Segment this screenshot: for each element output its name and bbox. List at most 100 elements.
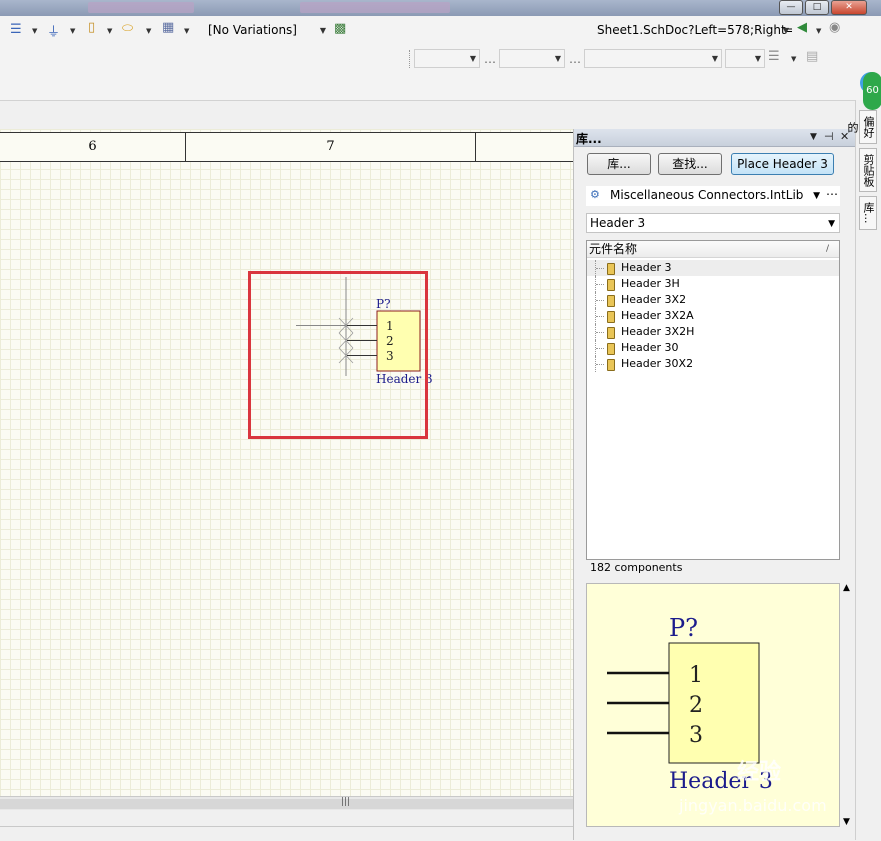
watermark-brand: 经验 <box>737 760 782 785</box>
library-name: Miscellaneous Connectors.IntLib <box>610 188 804 202</box>
component-list[interactable]: 元件名称 / Header 3 Header 3H Header 3X2 Hea… <box>586 240 840 560</box>
chevron-down-icon: ▼ <box>813 191 820 201</box>
sheet-footer <box>0 810 573 826</box>
library-options-button[interactable]: ⋯ <box>826 187 838 201</box>
list-column-header[interactable]: 元件名称 / <box>587 241 839 258</box>
window-title-strip: — □ ✕ <box>0 0 881 16</box>
minimize-button[interactable]: — <box>779 0 803 15</box>
main-toolbar: ☰ ▼ ⏚ ▼ ▯ ▼ ⬭ ▼ ▦ ▼ [No Variations] ▼ ▩ … <box>0 16 881 101</box>
list-item-label: Header 3X2A <box>621 309 694 322</box>
column-name-label: 元件名称 <box>589 242 638 256</box>
list-item-label: Header 3 <box>621 261 672 274</box>
component-icon <box>607 327 615 339</box>
list-item-label: Header 3X2H <box>621 325 695 338</box>
preview-pin-number: 1 <box>689 663 703 688</box>
maximize-button[interactable]: □ <box>805 0 829 15</box>
library-panel: 库... ▼ ⊣ ✕ 库... 查找... Place Header 3 ⚙ M… <box>573 129 856 840</box>
chevron-down-icon: ▼ <box>711 54 718 63</box>
preview-scrollbar[interactable]: ▲ ▼ <box>842 583 854 827</box>
schematic-canvas: P? 1 2 3 Header 3 <box>296 277 433 386</box>
chevron-down-icon[interactable]: ▼ <box>816 27 821 35</box>
component-icon <box>607 279 615 291</box>
component-preview: P? 1 2 3 Header 3 经验 jingyan.baidu.com <box>586 583 840 827</box>
component-icon <box>607 295 615 307</box>
libraries-button[interactable]: 库... <box>587 153 651 175</box>
component-icon <box>607 343 615 355</box>
list-item-label: Header 30X2 <box>621 357 694 370</box>
list-item[interactable]: Header 30X2 <box>587 356 839 372</box>
title-blur <box>300 2 450 13</box>
document-path-select[interactable]: Sheet1.SchDoc?Left=578;Right= ▼ <box>594 22 792 41</box>
pin-icon[interactable]: ⊣ <box>824 130 834 143</box>
component-icon <box>607 263 615 275</box>
component-icon <box>607 311 615 323</box>
list-item-label: Header 30 <box>621 341 679 354</box>
speed-badge[interactable]: 60 <box>863 72 881 110</box>
list-item[interactable]: Header 3X2H <box>587 324 839 340</box>
chevron-down-icon[interactable]: ▼ <box>70 27 75 35</box>
board-icon[interactable]: ▩ <box>334 21 346 36</box>
align-icon[interactable]: ☰ <box>10 22 22 37</box>
list-item[interactable]: Header 3H <box>587 276 839 292</box>
library-select[interactable]: ⚙ Miscellaneous Connectors.IntLib ▼ <box>586 186 840 206</box>
place-component-button[interactable]: Place Header 3 <box>731 153 834 175</box>
empty-select[interactable]: ▼ <box>499 49 565 68</box>
back-arrow-icon[interactable]: ◀ <box>797 20 807 35</box>
scrollbar-thumb[interactable] <box>0 799 573 809</box>
list-item[interactable]: Header 3X2A <box>587 308 839 324</box>
scroll-up-icon[interactable]: ▲ <box>843 583 850 593</box>
filter-input[interactable]: Header 3 ▼ <box>586 213 840 233</box>
search-button[interactable]: 查找... <box>658 153 722 175</box>
tab-strip <box>0 101 881 130</box>
chevron-down-icon: ▼ <box>782 26 789 35</box>
chevron-down-icon[interactable]: ▼ <box>107 27 112 35</box>
ground-power-icon[interactable]: ⏚ <box>47 21 60 40</box>
filter-value: Header 3 <box>590 216 646 230</box>
chevron-down-icon[interactable]: ▼ <box>32 27 37 35</box>
variations-select[interactable]: [No Variations] ▼ <box>205 22 329 41</box>
more-icon[interactable]: … <box>484 52 496 66</box>
grip-icon: ||| <box>341 797 351 807</box>
more-icon[interactable]: … <box>569 52 581 66</box>
panel-header: 库... ▼ ⊣ ✕ <box>574 129 856 147</box>
close-window-button[interactable]: ✕ <box>831 0 867 15</box>
line-width-icon[interactable]: ☰ <box>768 49 780 64</box>
forward-arrow-icon[interactable]: ◉ <box>829 20 840 35</box>
chevron-down-icon[interactable]: ▼ <box>184 27 189 35</box>
empty-select[interactable]: ▼ <box>414 49 480 68</box>
list-item[interactable]: Header 3X2 <box>587 292 839 308</box>
toolbar-grip[interactable] <box>409 50 412 68</box>
document-path-value: Sheet1.SchDoc?Left=578;Right= <box>597 23 792 37</box>
chevron-down-icon[interactable]: ▼ <box>791 55 796 63</box>
scroll-down-icon[interactable]: ▼ <box>843 817 850 827</box>
schematic-sheet[interactable]: 6 7 P? 1 2 3 Header 3 <box>0 129 573 796</box>
library-icon: ⚙ <box>590 188 600 201</box>
sort-icon[interactable]: / <box>826 241 829 257</box>
preview-pins <box>607 671 669 735</box>
part-icon[interactable]: ▯ <box>88 20 95 35</box>
panel-title: 库... <box>576 132 602 146</box>
watermark-url: jingyan.baidu.com <box>679 796 827 815</box>
preview-designator: P? <box>669 614 698 642</box>
port-icon[interactable]: ⬭ <box>122 21 133 36</box>
chevron-down-icon[interactable]: ▼ <box>146 27 151 35</box>
list-item[interactable]: Header 3 <box>587 260 839 276</box>
empty-select[interactable]: ▼ <box>725 49 765 68</box>
list-item[interactable]: Header 30 <box>587 340 839 356</box>
preview-pin-number: 3 <box>689 723 703 748</box>
dock-tab-favorites[interactable]: 偏好的 <box>846 110 877 144</box>
dock-tab-libraries[interactable]: 库... <box>859 196 877 230</box>
chevron-down-icon: ▼ <box>469 54 476 63</box>
list-item-label: Header 3X2 <box>621 293 687 306</box>
preview-body <box>668 642 760 764</box>
panel-menu-icon[interactable]: ▼ <box>810 132 817 142</box>
variations-value: [No Variations] <box>208 23 297 37</box>
pattern-icon[interactable]: ▤ <box>806 49 818 64</box>
grid-icon[interactable]: ▦ <box>162 20 174 35</box>
horizontal-scrollbar[interactable]: ||| <box>0 796 573 811</box>
empty-select[interactable]: ▼ <box>584 49 722 68</box>
dock-tab-clipboard[interactable]: 剪贴板 <box>859 148 877 192</box>
list-item-label: Header 3H <box>621 277 680 290</box>
chevron-down-icon: ▼ <box>319 26 326 35</box>
component-count: 182 components <box>590 561 683 574</box>
